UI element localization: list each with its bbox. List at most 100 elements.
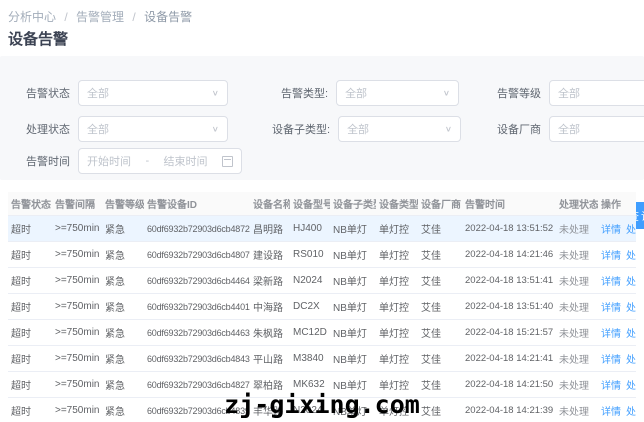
cell-alarm-time: 2022-04-18 14:21:39 — [462, 405, 556, 416]
cell-device-type: 单灯控 — [376, 221, 418, 236]
cell-alarm-status: 超时 — [8, 221, 52, 236]
handle-link[interactable]: 处理 — [626, 225, 636, 236]
cell-device-model: MC12D — [290, 327, 330, 338]
cell-device-vendor: 艾佳 — [418, 351, 462, 366]
cell-alarm-interval: >=750min — [52, 301, 102, 312]
alarm-type-label: 告警类型: — [281, 85, 328, 101]
device-alarm-page: 分析中心 / 告警管理 / 设备告警 设备告警 告警状态 全部 ∨ 告警类型: … — [0, 0, 644, 422]
cell-operations: 详情处理 — [598, 299, 636, 314]
chevron-down-icon: ∨ — [445, 125, 452, 134]
cell-device-type: 单灯控 — [376, 299, 418, 314]
cell-device-name: 梁新路 — [250, 273, 290, 288]
cell-device-name: 朱枫路 — [250, 325, 290, 340]
cell-alarm-interval: >=750min — [52, 353, 102, 364]
cell-device-model: HJ400 — [290, 223, 330, 234]
alarm-table: 告警状态告警间隔告警等级告警设备ID设备名称设备型号设备子类型设备类型设备厂商告… — [8, 192, 636, 422]
cell-alarm-status: 超时 — [8, 403, 52, 418]
cell-device-name: 中海路 — [250, 299, 290, 314]
handle-link[interactable]: 处理 — [626, 355, 636, 366]
handle-link[interactable]: 处理 — [626, 303, 636, 314]
cell-device-vendor: 艾佳 — [418, 221, 462, 236]
cell-device-subtype: NB单灯 — [330, 247, 376, 262]
alarm-level-input[interactable]: 全部 — [549, 80, 644, 106]
device-vendor-label: 设备厂商 — [497, 121, 541, 137]
column-header-alarm-status: 告警状态 — [8, 196, 52, 211]
cell-device-name: 平山路 — [250, 351, 290, 366]
detail-link[interactable]: 详情 — [601, 381, 621, 392]
alarm-level-placeholder: 全部 — [558, 85, 644, 101]
handle-status-select[interactable]: 全部 ∨ — [78, 116, 228, 142]
cell-alarm-status: 超时 — [8, 299, 52, 314]
detail-link[interactable]: 详情 — [601, 303, 621, 314]
detail-link[interactable]: 详情 — [601, 407, 621, 418]
handle-link[interactable]: 处理 — [626, 329, 636, 340]
table-row: 超时>=750min紧急60df6932b72903d6cb4464a3梁新路N… — [8, 268, 636, 294]
handle-link[interactable]: 处理 — [626, 277, 636, 288]
start-time-placeholder: 开始时间 — [87, 153, 131, 169]
detail-link[interactable]: 详情 — [601, 225, 621, 236]
cell-handle-status: 未处理 — [556, 351, 598, 366]
cell-alarm-device-id: 60df6932b72903d6cb4464a3 — [144, 276, 250, 286]
cell-alarm-device-id: 60df6932b72903d6cb44632c — [144, 328, 250, 338]
detail-link[interactable]: 详情 — [601, 355, 621, 366]
column-header-alarm-level: 告警等级 — [102, 196, 144, 211]
cell-alarm-level: 紧急 — [102, 221, 144, 236]
device-vendor-placeholder: 全部 — [558, 121, 644, 137]
alarm-type-value: 全部 — [345, 85, 439, 101]
cell-device-subtype: NB单灯 — [330, 351, 376, 366]
range-separator: - — [145, 155, 149, 167]
column-header-ops: 操作 — [598, 196, 636, 211]
table-row: 超时>=750min紧急60df6932b72903d6cb48435d平山路M… — [8, 346, 636, 372]
cell-device-vendor: 艾佳 — [418, 299, 462, 314]
table-row: 超时>=750min紧急60df6932b72903d6cb44012d中海路D… — [8, 294, 636, 320]
alarm-status-select[interactable]: 全部 ∨ — [78, 80, 228, 106]
end-time-placeholder: 结束时间 — [164, 153, 208, 169]
column-header-device-type: 设备类型 — [376, 196, 418, 211]
cell-device-type: 单灯控 — [376, 273, 418, 288]
cell-alarm-time: 2022-04-18 15:21:57 — [462, 327, 556, 338]
cell-device-subtype: NB单灯 — [330, 325, 376, 340]
device-subtype-select[interactable]: 全部 ∨ — [338, 116, 461, 142]
breadcrumb-separator: / — [64, 10, 67, 24]
detail-link[interactable]: 详情 — [601, 251, 621, 262]
chevron-down-icon: ∨ — [212, 89, 219, 98]
detail-link[interactable]: 详情 — [601, 277, 621, 288]
cell-alarm-time: 2022-04-18 13:51:52 — [462, 223, 556, 234]
handle-link[interactable]: 处理 — [626, 251, 636, 262]
detail-link[interactable]: 详情 — [601, 329, 621, 340]
cell-alarm-interval: >=750min — [52, 405, 102, 416]
cell-handle-status: 未处理 — [556, 273, 598, 288]
cell-alarm-device-id: 60df6932b72903d6cb44012d — [144, 302, 250, 312]
breadcrumb-item-analysis-center[interactable]: 分析中心 — [8, 10, 56, 24]
cell-operations: 详情处理 — [598, 325, 636, 340]
cell-alarm-status: 超时 — [8, 247, 52, 262]
cell-alarm-time: 2022-04-18 14:21:46 — [462, 249, 556, 260]
cell-handle-status: 未处理 — [556, 377, 598, 392]
handle-status-label: 处理状态 — [26, 121, 70, 137]
breadcrumb-item-alarm-management[interactable]: 告警管理 — [76, 10, 124, 24]
cell-device-subtype: NB单灯 — [330, 273, 376, 288]
column-header-device-vendor: 设备厂商 — [418, 196, 462, 211]
cell-alarm-interval: >=750min — [52, 275, 102, 286]
alarm-type-select[interactable]: 全部 ∨ — [336, 80, 459, 106]
cell-alarm-level: 紧急 — [102, 403, 144, 418]
cell-alarm-interval: >=750min — [52, 223, 102, 234]
cell-operations: 详情处理 — [598, 247, 636, 262]
cell-alarm-status: 超时 — [8, 273, 52, 288]
handle-link[interactable]: 处理 — [626, 407, 636, 418]
alarm-status-value: 全部 — [87, 85, 208, 101]
device-vendor-input[interactable]: 全部 — [549, 116, 644, 142]
handle-link[interactable]: 处理 — [626, 381, 636, 392]
column-header-device-model: 设备型号 — [290, 196, 330, 211]
cell-handle-status: 未处理 — [556, 299, 598, 314]
cell-device-name: 昌明路 — [250, 221, 290, 236]
cell-device-vendor: 艾佳 — [418, 377, 462, 392]
cell-alarm-level: 紧急 — [102, 325, 144, 340]
cell-device-model: DC2X — [290, 301, 330, 312]
alarm-time-range-picker[interactable]: 开始时间 - 结束时间 — [78, 148, 242, 174]
cell-operations: 详情处理 — [598, 403, 636, 418]
column-header-alarm-interval: 告警间隔 — [52, 196, 102, 211]
cell-alarm-device-id: 60df6932b72903d6cb48435d — [144, 354, 250, 364]
cell-alarm-device-id: 60df6932b72903d6cb48273b — [144, 380, 250, 390]
device-subtype-value: 全部 — [347, 121, 441, 137]
